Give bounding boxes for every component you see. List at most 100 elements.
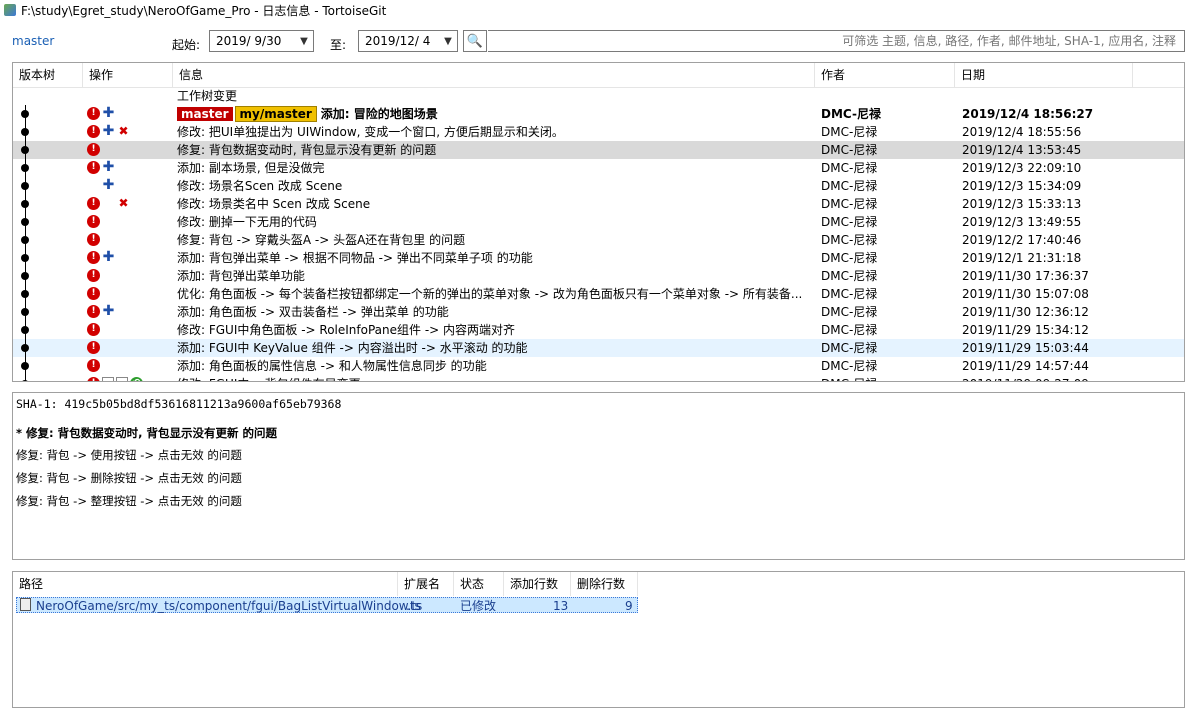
commit-message: 添加: 副本场景, 但是没做完: [177, 159, 817, 177]
commit-message: 修改: FGUI中... 背包组件布局变更: [177, 375, 817, 381]
ops-cell: ! ✚: [87, 159, 171, 177]
commit-row[interactable]: ! ✚ 添加: 角色面板 -> 双击装备栏 -> 弹出菜单 的功能 DMC-尼禄 201…: [13, 303, 1184, 321]
to-date-picker[interactable]: 2019/12/ 4 ▼: [358, 30, 458, 52]
commit-row[interactable]: ! 添加: 背包弹出菜单功能 DMC-尼禄 2019/11/30 17:36:37: [13, 267, 1184, 285]
branch-tag-local[interactable]: master: [177, 107, 233, 121]
commit-message: 修改: 把UI单独提出为 UIWindow, 变成一个窗口, 方便后期显示和关闭…: [177, 123, 817, 141]
changed-files-list[interactable]: 路径 扩展名 状态 添加行数 删除行数 NeroOfGame/src/my_ts…: [12, 571, 1185, 708]
to-date-value: 2019/12/ 4: [365, 34, 431, 48]
commit-row[interactable]: ! 修改: FGUI中角色面板 -> RoleInfoPane组件 -> 内容两端…: [13, 321, 1184, 339]
search-filter-button[interactable]: 🔍: [463, 30, 487, 52]
commit-author: DMC-尼禄: [821, 179, 878, 193]
graph-cell: [13, 339, 83, 357]
commit-detail[interactable]: SHA-1: 419c5b05bd8df53616811213a9600af65…: [12, 392, 1185, 560]
commit-date: 2019/11/29 14:57:44: [962, 359, 1089, 373]
graph-cell: [13, 321, 83, 339]
file-added: 13: [553, 599, 569, 613]
ops-cell: !: [87, 231, 171, 249]
commit-node: [21, 164, 29, 172]
col-message[interactable]: 信息: [173, 63, 815, 87]
graph-cell: [13, 231, 83, 249]
log-rows: 工作树变更 ! ✚ master my/master 添加: 冒险的地图场景 DMC-尼禄…: [13, 87, 1184, 381]
commit-author: DMC-尼禄: [821, 215, 878, 229]
branch-link[interactable]: master: [12, 34, 54, 48]
chevron-down-icon[interactable]: ▼: [295, 31, 313, 51]
graph-cell: [13, 267, 83, 285]
commit-message-text: 添加: 背包弹出菜单 -> 根据不同物品 -> 弹出不同菜单子项 的功能: [177, 251, 533, 265]
log-list[interactable]: 版本树 操作 信息 作者 日期 工作树变更 ! ✚ master my/master 添…: [12, 62, 1185, 382]
commit-message: 添加: 角色面板的属性信息 -> 和人物属性信息同步 的功能: [177, 357, 817, 375]
col-status[interactable]: 状态: [454, 572, 504, 596]
commit-date: 2019/11/30 12:36:12: [962, 305, 1089, 319]
commit-node: [21, 344, 29, 352]
to-date-label: 至:: [330, 38, 347, 52]
file-icon: [116, 376, 128, 381]
commit-date: 2019/12/2 17:40:46: [962, 233, 1082, 247]
error-icon: !: [87, 197, 100, 210]
branch-tag-remote[interactable]: my/master: [234, 106, 317, 122]
search-icon: 🔍: [466, 33, 484, 49]
col-ops[interactable]: 操作: [83, 63, 173, 87]
commit-message: 添加: 背包弹出菜单 -> 根据不同物品 -> 弹出不同菜单子项 的功能: [177, 249, 817, 267]
commit-row[interactable]: ! 修改: 删掉一下无用的代码 DMC-尼禄 2019/12/3 13:49:55: [13, 213, 1184, 231]
commit-message: 添加: FGUI中 KeyValue 组件 -> 内容溢出时 -> 水平滚动 的…: [177, 339, 817, 357]
commit-author: DMC-尼禄: [821, 107, 881, 121]
working-tree-label: 工作树变更: [177, 89, 238, 103]
col-graph[interactable]: 版本树: [13, 63, 83, 87]
commit-author: DMC-尼禄: [821, 125, 878, 139]
commit-date: 2019/12/1 21:31:18: [962, 251, 1082, 265]
commit-row[interactable]: ! ✚ 添加: 副本场景, 但是没做完 DMC-尼禄 2019/12/3 22:09:1…: [13, 159, 1184, 177]
commit-message-text: 添加: 副本场景, 但是没做完: [177, 161, 325, 175]
commit-row[interactable]: ! ✚ master my/master 添加: 冒险的地图场景 DMC-尼禄 2019/1…: [13, 105, 1184, 123]
from-date-picker[interactable]: 2019/ 9/30 ▼: [209, 30, 314, 52]
commit-message-text: 优化: 角色面板 -> 每个装备栏按钮都绑定一个新的弹出的菜单对象 -> 改为角…: [177, 287, 803, 301]
file-deleted: 9: [625, 599, 633, 613]
commit-author: DMC-尼禄: [821, 287, 878, 301]
file-row[interactable]: NeroOfGame/src/my_ts/component/fgui/BagL…: [16, 597, 638, 613]
commit-row[interactable]: ! 添加: FGUI中 KeyValue 组件 -> 内容溢出时 -> 水平滚动 …: [13, 339, 1184, 357]
commit-message-text: 修改: 把UI单独提出为 UIWindow, 变成一个窗口, 方便后期显示和关闭…: [177, 125, 564, 139]
col-added[interactable]: 添加行数: [504, 572, 571, 596]
commit-author: DMC-尼禄: [821, 269, 878, 283]
commit-node: [21, 146, 29, 154]
commit-author: DMC-尼禄: [821, 197, 878, 211]
commit-author: DMC-尼禄: [821, 341, 878, 355]
commit-node: [21, 362, 29, 370]
commit-row[interactable]: ! ✖ 修改: 场景类名中 Scen 改成 Scene DMC-尼禄 2019/12/3…: [13, 195, 1184, 213]
commit-author: DMC-尼禄: [821, 305, 878, 319]
filter-input[interactable]: [488, 30, 1185, 52]
error-icon: !: [87, 323, 100, 336]
commit-date: 2019/12/3 15:33:13: [962, 197, 1082, 211]
col-date[interactable]: 日期: [955, 63, 1133, 87]
commit-date: 2019/12/4 13:53:45: [962, 143, 1082, 157]
graph-cell: [13, 195, 83, 213]
commit-sha: SHA-1: 419c5b05bd8df53616811213a9600af65…: [16, 397, 342, 411]
col-author[interactable]: 作者: [815, 63, 955, 87]
ops-cell: !: [87, 357, 171, 375]
commit-row[interactable]: ! 修复: 背包 -> 穿戴头盔A -> 头盔A还在背包里 的问题 DMC-尼禄 20…: [13, 231, 1184, 249]
commit-row[interactable]: ! ✚ ✖ 修改: 把UI单独提出为 UIWindow, 变成一个窗口, 方便后期显示…: [13, 123, 1184, 141]
commit-row[interactable]: ! ✚ 添加: 背包弹出菜单 -> 根据不同物品 -> 弹出不同菜单子项 的功能 DM…: [13, 249, 1184, 267]
commit-message: master my/master 添加: 冒险的地图场景: [177, 105, 817, 123]
col-ext[interactable]: 扩展名: [398, 572, 454, 596]
ops-cell: !: [87, 321, 171, 339]
commit-row[interactable]: ! 优化: 角色面板 -> 每个装备栏按钮都绑定一个新的弹出的菜单对象 -> 改为…: [13, 285, 1184, 303]
from-date-label: 起始:: [172, 38, 201, 52]
commit-message: 修改: FGUI中角色面板 -> RoleInfoPane组件 -> 内容两端对…: [177, 321, 817, 339]
blank-icon: [87, 179, 100, 192]
commit-message-text: 添加: 角色面板 -> 双击装备栏 -> 弹出菜单 的功能: [177, 305, 449, 319]
commit-author: DMC-尼禄: [821, 161, 878, 175]
commit-node: [21, 272, 29, 280]
chevron-down-icon[interactable]: ▼: [439, 31, 457, 51]
commit-row[interactable]: ! 添加: 角色面板的属性信息 -> 和人物属性信息同步 的功能 DMC-尼禄 201…: [13, 357, 1184, 375]
blank-icon: [102, 197, 115, 210]
working-tree-row[interactable]: 工作树变更: [13, 87, 1184, 105]
col-path[interactable]: 路径: [13, 572, 398, 596]
commit-message-text: 添加: 背包弹出菜单功能: [177, 269, 305, 283]
commit-row[interactable]: ✚ 修改: 场景名Scen 改成 Scene DMC-尼禄 2019/12/3 15:…: [13, 177, 1184, 195]
col-deleted[interactable]: 删除行数: [571, 572, 638, 596]
commit-row[interactable]: !⟲修改: FGUI中... 背包组件布局变更DMC-尼禄2019/11/29 …: [13, 375, 1184, 381]
commit-row[interactable]: ! 修复: 背包数据变动时, 背包显示没有更新 的问题 DMC-尼禄 2019/12/…: [13, 141, 1184, 159]
ops-cell: !: [87, 339, 171, 357]
commit-date: 2019/12/4 18:55:56: [962, 125, 1082, 139]
